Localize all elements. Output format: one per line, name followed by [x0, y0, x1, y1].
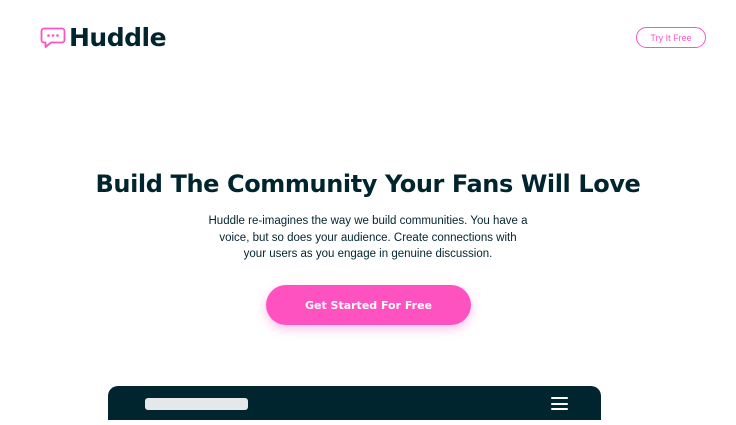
mockup-content-area — [108, 420, 601, 425]
try-it-free-button[interactable]: Try It Free — [636, 27, 706, 48]
site-header: Huddle Try It Free — [0, 0, 736, 80]
mockup-search-bar — [145, 398, 248, 410]
hero-description: Huddle re-imagines the way we build comm… — [208, 215, 528, 260]
logo-text: Huddle — [69, 23, 167, 52]
app-mockup-image — [108, 386, 601, 425]
logo[interactable]: Huddle — [40, 23, 167, 52]
chat-bubble-icon — [40, 27, 66, 48]
get-started-button[interactable]: Get Started For Free — [266, 285, 471, 325]
hamburger-menu-icon — [551, 397, 568, 410]
hero-title: Build The Community Your Fans Will Love — [95, 170, 641, 198]
